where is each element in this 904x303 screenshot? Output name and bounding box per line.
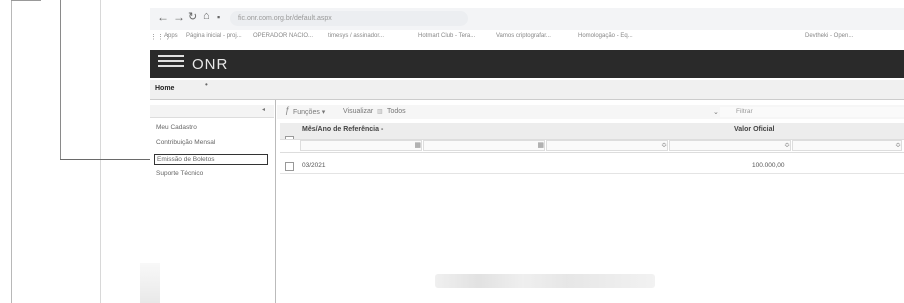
collapse-icon[interactable]: ◂ xyxy=(262,106,265,113)
bookmark[interactable]: timesys / assinador... xyxy=(328,33,384,39)
sidebar-item-meu-cadastro[interactable]: Meu Cadastro xyxy=(156,124,197,131)
functions-menu[interactable]: Funções ▾ xyxy=(293,108,325,116)
frame-line xyxy=(11,0,12,303)
blurred-background-shape xyxy=(140,263,160,303)
view-icon: ▥ xyxy=(377,109,383,115)
forward-icon[interactable]: → xyxy=(173,10,185,24)
url-input[interactable]: fic.onr.com.org.br/default.aspx xyxy=(230,11,468,26)
lock-icon: ▪ xyxy=(217,12,221,22)
bookmark[interactable]: Vamos criptografar... xyxy=(496,33,551,39)
view-select[interactable]: Todos xyxy=(387,108,406,115)
cell-month: 03/2021 xyxy=(302,162,326,169)
bookmark[interactable]: OPERADOR NACIO... xyxy=(253,33,313,39)
sidebar-item-contribuicao-mensal[interactable]: Contribuição Mensal xyxy=(156,139,215,146)
callout-line-horizontal xyxy=(60,159,150,160)
filter-input-3[interactable]: ≎ xyxy=(546,140,668,151)
row-checkbox[interactable] xyxy=(285,162,294,171)
filter-input[interactable]: Filtrar xyxy=(720,107,904,117)
row-divider xyxy=(280,173,904,174)
bookmark[interactable]: Devtheki - Open... xyxy=(805,33,853,39)
view-label: Visualizar xyxy=(343,108,374,115)
reload-icon[interactable]: ↻ xyxy=(188,10,197,23)
value-filter-input[interactable]: ≎ xyxy=(669,140,791,151)
bookmark[interactable]: Hotmart Club - Tera... xyxy=(418,33,475,39)
cell-value: 100.000,00 xyxy=(752,162,785,169)
callout-line-vertical xyxy=(60,0,61,160)
month-filter-input[interactable]: ▦ xyxy=(300,140,422,151)
column-header-value[interactable]: Valor Oficial xyxy=(734,126,774,133)
filter-label: Filtrar xyxy=(736,108,753,115)
frame-line-top xyxy=(11,0,41,1)
filter-dropdown-icon[interactable]: ⌄ xyxy=(713,108,719,116)
app-logo: ONR xyxy=(192,56,229,73)
bookmarks-bar: ⋮⋮⋮ Apps Página inicial - proj... OPERAD… xyxy=(150,30,904,44)
filter-input-5[interactable]: ≎ xyxy=(792,140,902,151)
tab-bar xyxy=(150,80,904,100)
bookmark[interactable]: Apps xyxy=(164,33,178,39)
bookmark[interactable]: Homologação - Eq... xyxy=(578,33,633,39)
blurred-background-text xyxy=(435,274,655,288)
home-icon[interactable]: ⌂ xyxy=(203,10,210,22)
screen-border xyxy=(100,0,101,303)
sidebar-header xyxy=(150,105,274,118)
back-icon[interactable]: ← xyxy=(157,10,169,24)
menu-icon[interactable] xyxy=(158,55,184,73)
bookmark[interactable]: Página inicial - proj... xyxy=(186,33,242,39)
sidebar-item-suporte-tecnico[interactable]: Suporte Técnico xyxy=(156,170,203,177)
tab-home[interactable]: Home xyxy=(155,85,174,92)
tab-indicator: • xyxy=(205,80,208,89)
sidebar-item-emissao-de-boletos[interactable]: Emissão de Boletos xyxy=(154,154,268,165)
function-icon: ƒ xyxy=(285,105,291,115)
column-header-month[interactable]: Mês/Ano de Referência - xyxy=(302,126,383,133)
table-row[interactable] xyxy=(280,158,904,172)
app-header xyxy=(150,50,904,78)
month-filter-input-2[interactable]: ▦ xyxy=(423,140,545,151)
